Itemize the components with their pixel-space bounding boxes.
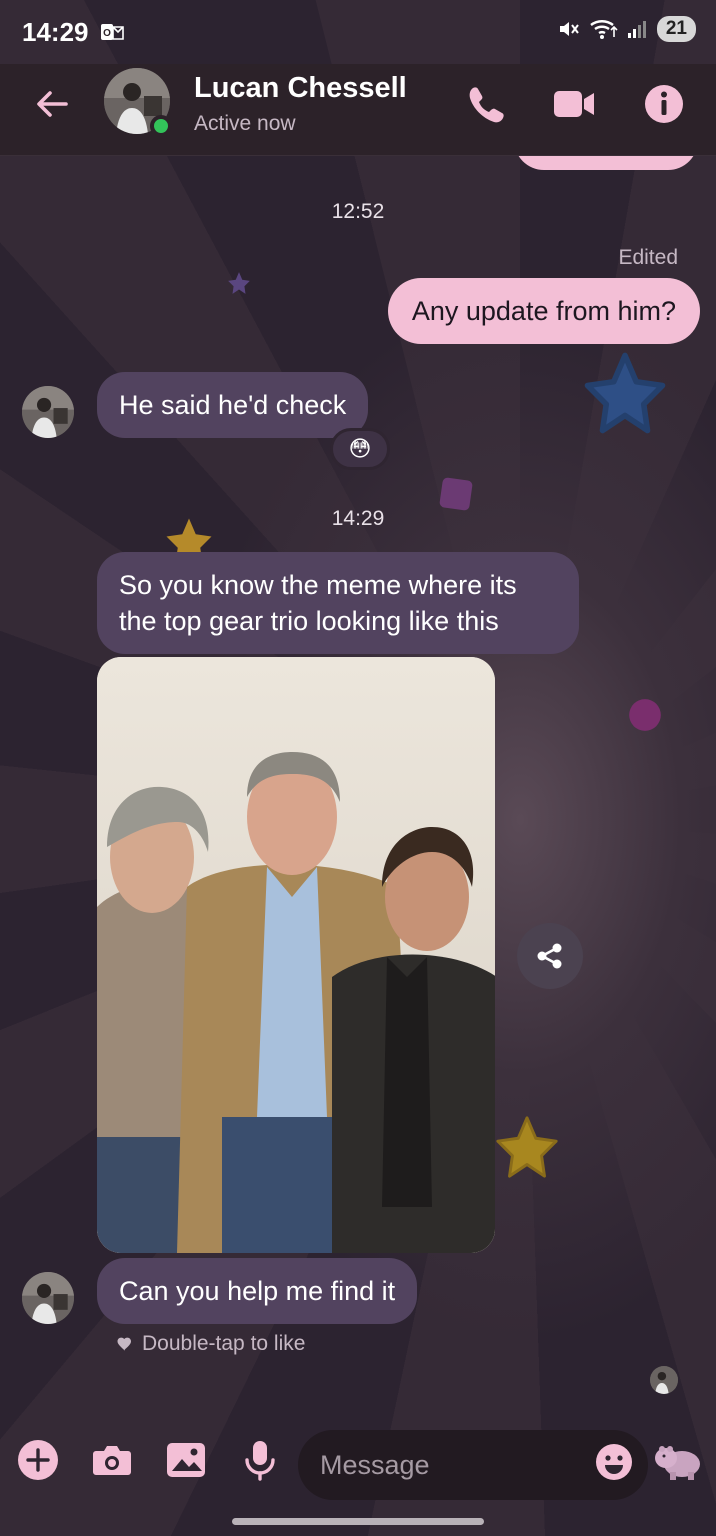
image-attachment[interactable]	[97, 657, 495, 1253]
emoji-icon[interactable]	[594, 1442, 634, 1482]
contact-name[interactable]: Lucan Chessell	[194, 72, 407, 105]
wifi-icon	[590, 20, 618, 39]
sender-avatar[interactable]	[22, 1272, 74, 1324]
phone-icon[interactable]	[464, 82, 508, 126]
incoming-message[interactable]: So you know the meme where its the top g…	[97, 552, 579, 654]
reaction-badge[interactable]: 😳	[330, 428, 390, 470]
theme-star-decoration	[228, 272, 250, 294]
camera-icon[interactable]	[90, 1438, 134, 1482]
chat-header: Lucan Chessell Active now	[0, 64, 716, 156]
edited-label: Edited	[618, 246, 678, 269]
theme-star-decoration	[584, 352, 666, 434]
message-composer	[0, 1424, 716, 1508]
signal-icon	[627, 21, 646, 38]
timestamp: 14:29	[331, 507, 385, 530]
heart-icon	[117, 1337, 131, 1351]
home-indicator[interactable]	[232, 1518, 484, 1525]
share-icon	[537, 943, 562, 969]
back-arrow-icon[interactable]	[32, 84, 72, 124]
plus-icon[interactable]	[16, 1438, 60, 1482]
read-receipt-avatar	[650, 1366, 678, 1394]
timestamp: 12:52	[331, 200, 385, 223]
gallery-icon[interactable]	[164, 1438, 208, 1482]
person-avatar-icon	[22, 386, 74, 438]
like-hint-text: Double-tap to like	[142, 1332, 306, 1355]
person-avatar-icon	[22, 1272, 74, 1324]
theme-star-decoration	[496, 1116, 558, 1178]
status-time: 14:29	[22, 17, 89, 47]
theme-dot-decoration	[629, 699, 661, 731]
svg-text:O: O	[103, 28, 111, 39]
person-avatar-icon	[650, 1366, 678, 1394]
hippo-sticker-icon[interactable]	[654, 1438, 702, 1482]
like-hint: Double-tap to like	[116, 1332, 305, 1356]
photo-three-men-image	[97, 657, 495, 1253]
outlook-icon: O	[101, 24, 124, 40]
mic-icon[interactable]	[238, 1438, 282, 1482]
mute-icon	[559, 22, 579, 36]
sender-avatar[interactable]	[22, 386, 74, 438]
contact-status: Active now	[194, 112, 296, 135]
incoming-message[interactable]: He said he'd check	[97, 372, 369, 438]
online-indicator	[150, 115, 172, 137]
status-bar: 14:29 O 21	[0, 0, 716, 64]
outgoing-message[interactable]: Any update from him?	[387, 278, 700, 344]
info-icon[interactable]	[642, 82, 686, 126]
share-button[interactable]	[517, 923, 583, 989]
video-icon[interactable]	[552, 82, 596, 126]
battery-indicator: 21	[656, 16, 696, 42]
incoming-message[interactable]: Can you help me find it	[97, 1258, 418, 1324]
